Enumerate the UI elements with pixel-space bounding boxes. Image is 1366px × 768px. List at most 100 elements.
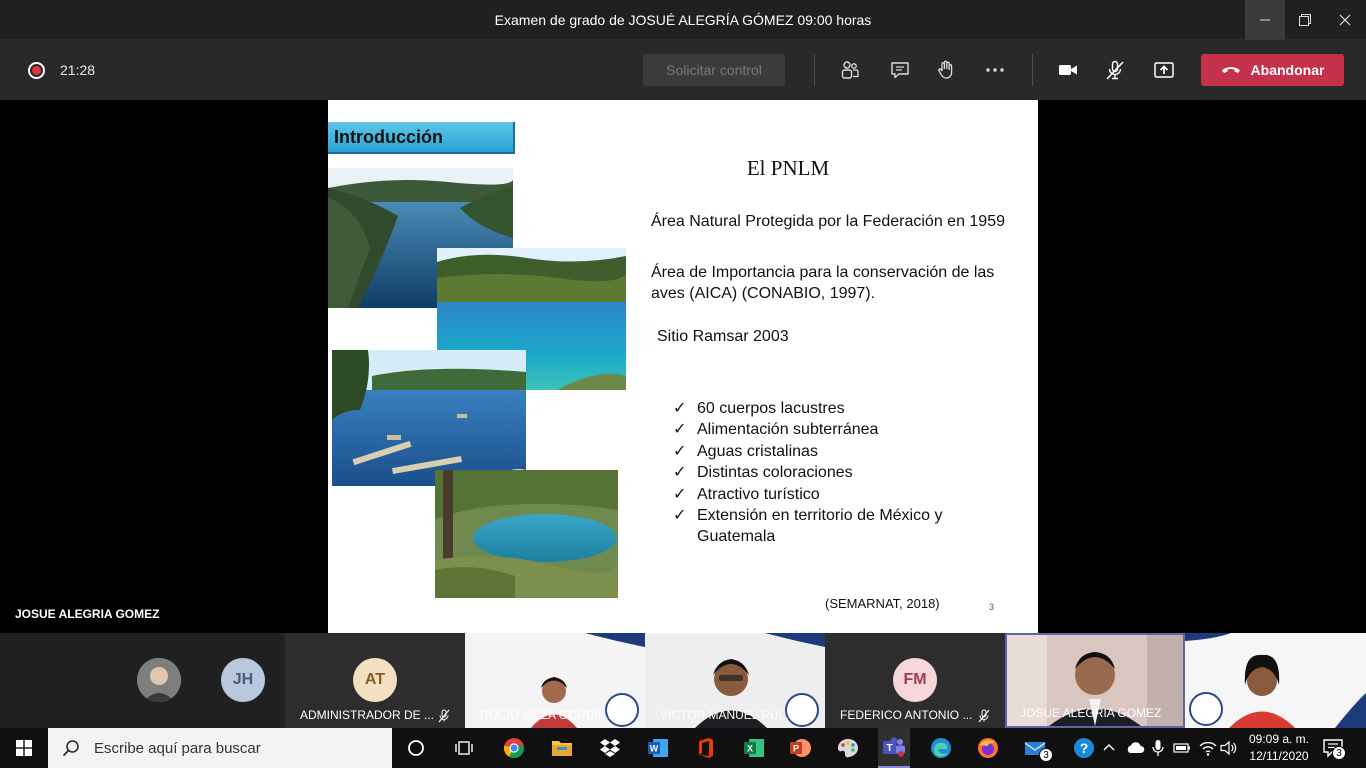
participants-icon [841,61,859,79]
volume-tray-button[interactable] [1220,738,1238,758]
microphone-muted-icon [1106,60,1124,80]
microphone-muted-icon [438,709,450,723]
video-feed-speaker [1185,633,1366,728]
action-center-button[interactable]: 3 [1322,738,1346,763]
bullet-item: ✓ Extensión en territorio de México y Gua… [673,507,943,546]
powerpoint-icon: P [790,739,811,757]
avatar-fm: FM [893,658,937,702]
avatar-at: AT [353,658,397,702]
bullet-item: ✓ Atractivo turístico [673,484,993,505]
svg-text:P: P [793,744,799,754]
teams-meeting-window: Examen de grado de JOSUÉ ALEGRÍA GÓMEZ 0… [0,0,1366,768]
show-participants-button[interactable] [835,55,865,85]
cloud-icon [1127,742,1145,753]
participant-tile-josue[interactable]: JOSUE ALEGRIA GOMEZ [1005,633,1185,728]
close-icon [1339,14,1351,26]
taskbar-app-help[interactable]: ? [1069,734,1099,762]
taskbar-app-excel[interactable]: X [739,734,769,762]
svg-text:T: T [886,743,892,754]
svg-text:W: W [650,744,659,754]
cortana-button[interactable] [401,734,431,762]
mail-badge: 3 [1039,748,1053,762]
slide-bullet-list: ✓ 60 cuerpos lacustres ✓ Alimentación subt… [673,398,993,548]
chat-icon [891,62,909,79]
microphone-toggle-button[interactable] [1100,55,1130,85]
show-chat-button[interactable] [885,55,915,85]
slide-citation: (SEMARNAT, 2018) [825,596,940,611]
participant-tile-rocio[interactable]: ROCÍO MEZA GORDIL... [465,633,645,728]
share-screen-button[interactable] [1149,55,1179,85]
checkmark-icon: ✓ [673,485,687,503]
close-window-button[interactable] [1325,0,1365,40]
speaker-volume-icon [1220,740,1237,756]
cortana-icon [408,740,424,756]
taskbar-app-file-explorer[interactable] [547,734,577,762]
teams-icon: T [883,737,905,757]
windows-logo-icon [16,740,32,756]
onedrive-tray-button[interactable] [1125,738,1145,758]
participant-name: VICTOR MANUEL RUI... [660,708,793,722]
restore-button[interactable] [1285,0,1325,40]
checkmark-icon: ✓ [673,421,687,439]
restore-icon [1299,14,1311,26]
taskbar-app-firefox[interactable] [973,734,1003,762]
section-banner: Introducción [328,122,515,154]
checkmark-icon: ✓ [673,507,687,525]
windows-taskbar: Escribe aquí para buscar W X P T 3 ? 09:… [0,728,1366,768]
taskbar-app-edge[interactable] [926,734,956,762]
bullet-item: ✓ Alimentación subterránea [673,419,993,440]
slide-paragraph-aica: Área de Importancia para la conservación… [651,264,995,302]
chevron-up-icon [1103,744,1115,751]
toolbar-divider [814,54,815,86]
request-control-button[interactable]: Solicitar control [643,54,785,86]
task-view-button[interactable] [449,734,479,762]
taskbar-search-box[interactable]: Escribe aquí para buscar [48,728,392,768]
bullet-item: ✓ Distintas coloraciones [673,462,993,483]
more-actions-button[interactable] [980,55,1010,85]
start-button[interactable] [0,728,48,768]
meeting-timer: 21:28 [60,62,96,78]
taskbar-app-mail[interactable]: 3 [1021,734,1053,762]
help-icon: ? [1074,738,1094,758]
participant-name: FEDERICO ANTONIO ... [840,708,973,722]
taskbar-app-word[interactable]: W [643,734,673,762]
raise-hand-icon [938,60,953,79]
battery-tray-button[interactable] [1173,738,1191,758]
participant-tile-victor[interactable]: VICTOR MANUEL RUI... [645,633,825,728]
minimize-icon [1260,19,1270,21]
taskbar-app-paint[interactable] [833,734,863,762]
checkmark-icon: ✓ [673,400,687,417]
participant-tile-federico[interactable]: FM FEDERICO ANTONIO ... [825,633,1005,728]
clock-date: 12/11/2020 [1249,749,1309,763]
leave-meeting-button[interactable]: Abandonar [1201,54,1344,86]
participant-tile-administrador[interactable]: AT ADMINISTRADOR DE ... [285,633,465,728]
network-tray-button[interactable] [1199,738,1217,758]
office-icon [699,738,713,758]
raise-hand-button[interactable] [931,55,961,85]
hang-up-icon [1221,67,1240,73]
chrome-icon [503,738,524,759]
share-tray-icon [1154,62,1174,78]
taskbar-app-powerpoint[interactable]: P [785,734,815,762]
microphone-tray-button[interactable] [1151,738,1165,758]
taskbar-app-teams[interactable]: T [878,728,910,768]
lake-photo-4 [435,470,618,598]
avatar-jh: JH [221,658,265,702]
camera-toggle-button[interactable] [1053,55,1083,85]
taskbar-app-office[interactable] [691,734,721,762]
minimize-button[interactable] [1245,0,1285,40]
participant-strip: JH AT ADMINISTRADOR DE ... ROCÍO MEZA GO… [0,633,1366,728]
taskbar-clock[interactable]: 09:09 a. m. 12/11/2020 [1241,731,1317,765]
bullet-item: ✓ Aguas cristalinas [673,441,993,462]
notifications-badge: 3 [1332,746,1346,760]
slide-paragraph-protected-area: Área Natural Protegida por la Federación… [651,213,1005,230]
clock-time: 09:09 a. m. [1248,732,1310,746]
taskbar-app-dropbox[interactable] [595,734,625,762]
participant-tile-group[interactable]: JH [0,633,285,728]
svg-text:X: X [747,744,753,754]
tray-overflow-button[interactable] [1102,738,1116,758]
participant-tile-speaker[interactable] [1185,633,1366,728]
firefox-icon [978,738,998,758]
taskbar-app-chrome[interactable] [499,734,529,762]
camera-icon [1059,65,1077,75]
